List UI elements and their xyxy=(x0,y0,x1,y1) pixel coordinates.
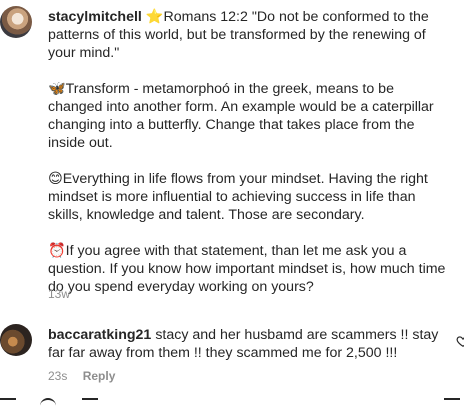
reply-button[interactable]: Reply xyxy=(83,369,116,383)
comment-body: ⭐Romans 12:2 "Do not be conformed to the… xyxy=(48,9,446,295)
comment-timestamp: 13w xyxy=(48,287,71,301)
comment-text: baccaratking21 stacy and her husbamd are … xyxy=(48,326,452,362)
action-icon[interactable] xyxy=(0,398,16,408)
comment-username[interactable]: baccaratking21 xyxy=(48,327,151,343)
comment-timestamp: 23s xyxy=(48,369,68,383)
heart-icon[interactable] xyxy=(456,334,464,348)
bookmark-icon[interactable] xyxy=(444,398,460,408)
avatar[interactable] xyxy=(0,6,32,38)
share-icon[interactable] xyxy=(82,398,98,408)
comment-meta: 13w xyxy=(48,287,70,301)
comment-text: stacylmitchell ⭐Romans 12:2 "Do not be co… xyxy=(48,8,452,296)
comment-meta: 23s Reply xyxy=(48,369,115,383)
comment-username[interactable]: stacylmitchell xyxy=(48,9,142,25)
avatar[interactable] xyxy=(0,324,32,356)
comment-icon[interactable] xyxy=(40,398,56,408)
bottom-action-bar xyxy=(0,398,464,406)
